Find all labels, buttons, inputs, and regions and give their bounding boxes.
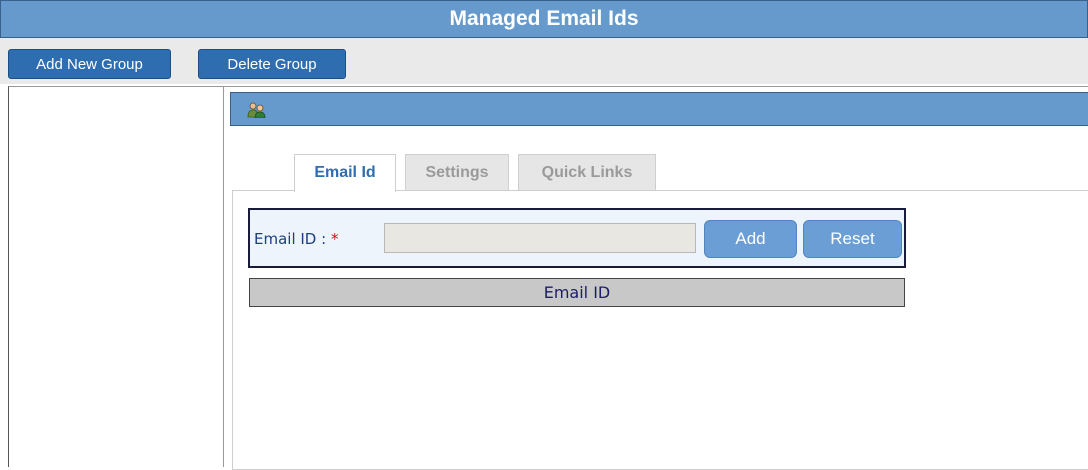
required-marker: * bbox=[330, 230, 339, 248]
toolbar: Add New Group Delete Group bbox=[0, 38, 1088, 84]
tab-settings[interactable]: Settings bbox=[405, 154, 509, 190]
email-id-label-text: Email ID : bbox=[254, 230, 331, 248]
group-list-panel[interactable] bbox=[8, 86, 224, 467]
users-icon bbox=[247, 102, 267, 119]
tab-quick-links[interactable]: Quick Links bbox=[518, 154, 656, 190]
group-header-bar bbox=[230, 92, 1088, 126]
page-title: Managed Email Ids bbox=[0, 0, 1088, 38]
add-new-group-button[interactable]: Add New Group bbox=[8, 49, 171, 79]
reset-button[interactable]: Reset bbox=[803, 220, 902, 258]
divider bbox=[222, 86, 1088, 87]
email-id-column-header: Email ID bbox=[249, 278, 905, 307]
tab-email-id[interactable]: Email Id bbox=[294, 154, 396, 192]
add-button[interactable]: Add bbox=[704, 220, 797, 258]
email-id-label: Email ID : * bbox=[254, 230, 338, 248]
email-form: Email ID : * Add Reset bbox=[248, 208, 906, 268]
delete-group-button[interactable]: Delete Group bbox=[198, 49, 346, 79]
email-id-input[interactable] bbox=[384, 223, 696, 253]
